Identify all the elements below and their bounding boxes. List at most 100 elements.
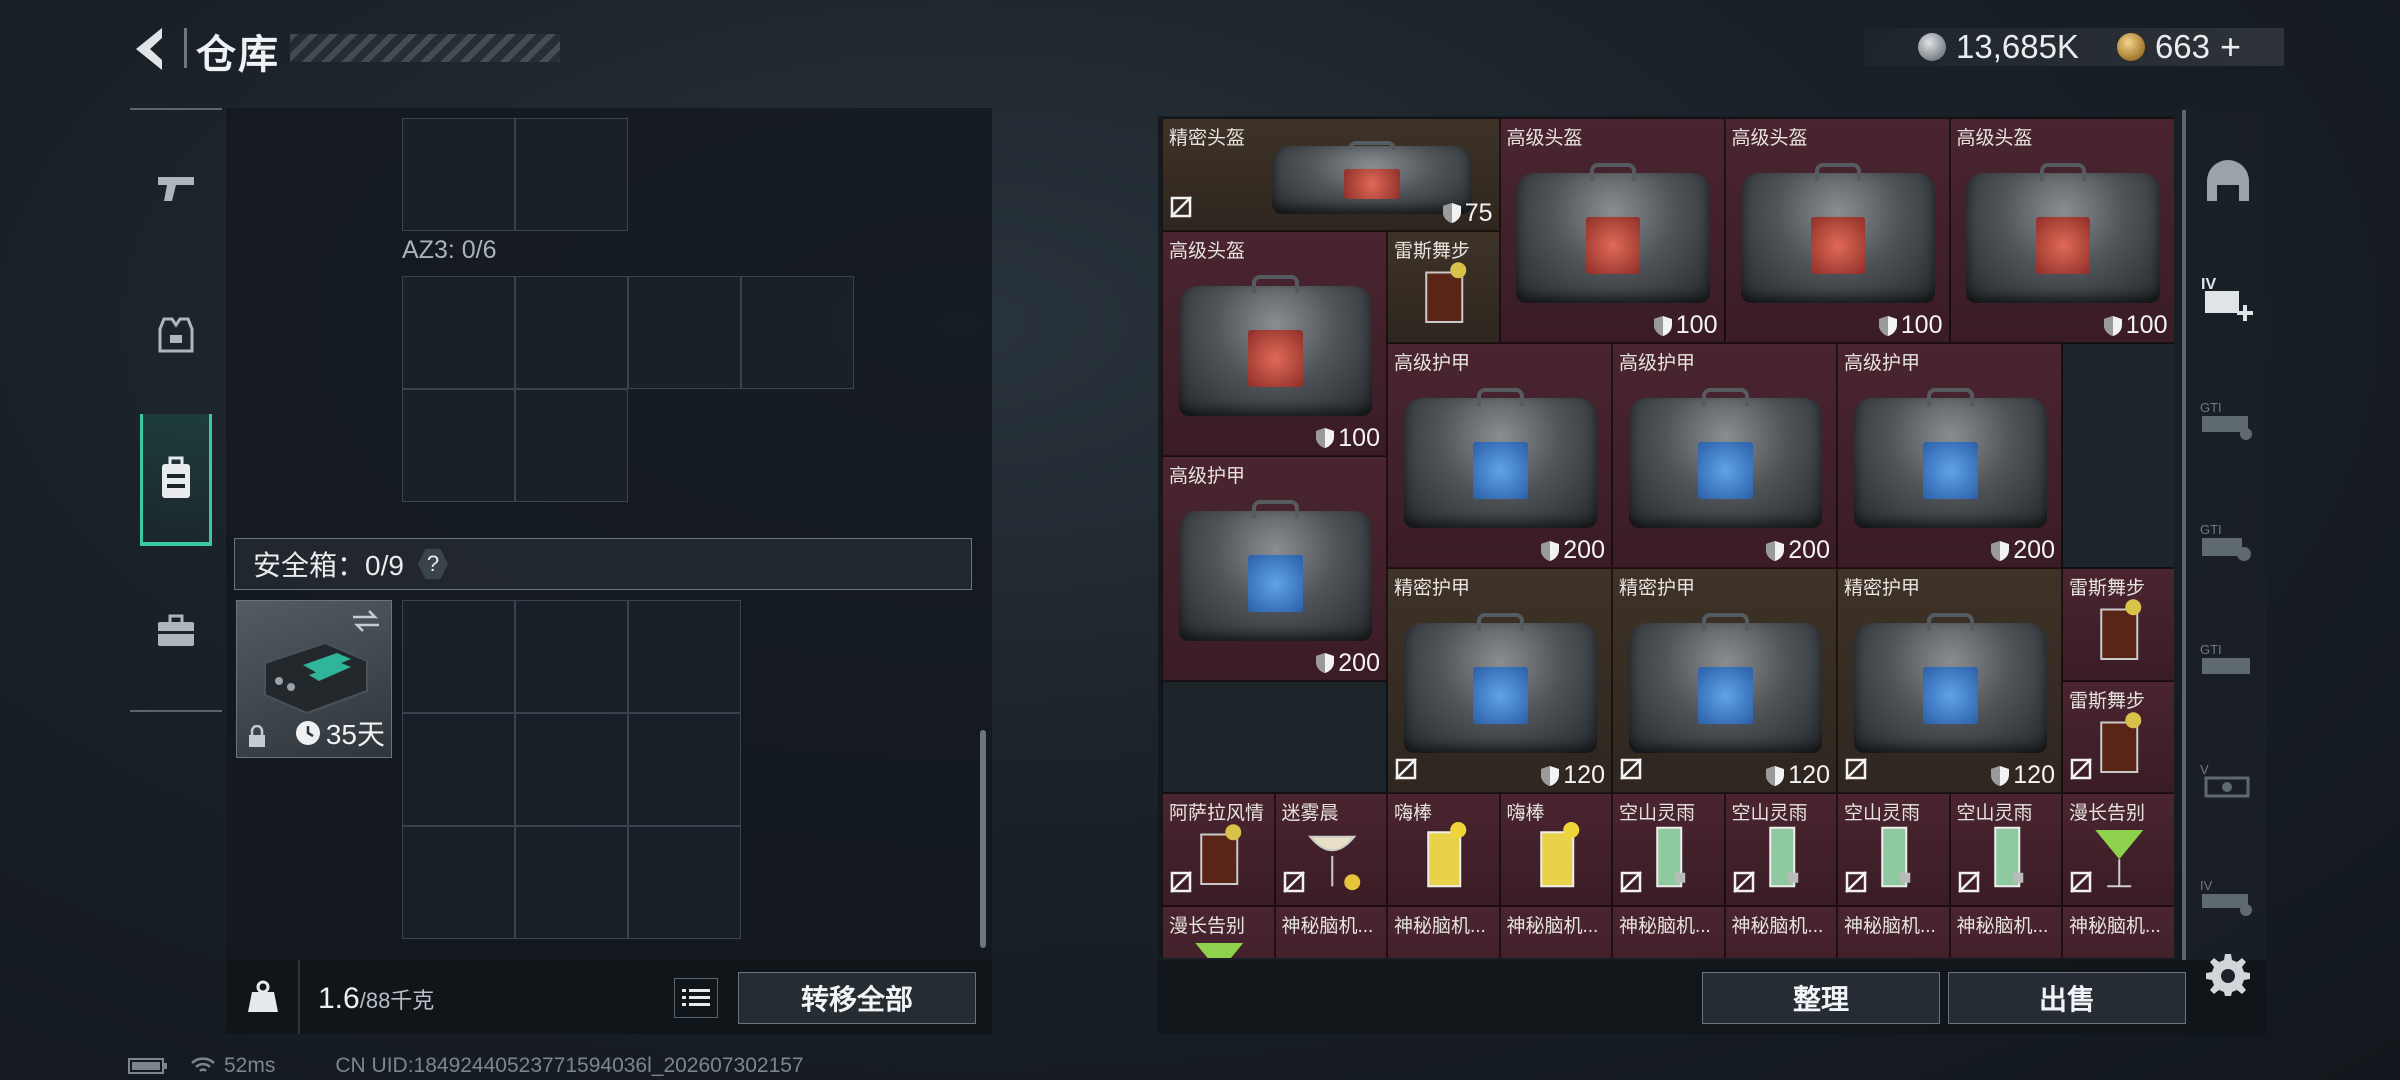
list-view-button[interactable]: [674, 978, 718, 1018]
sell-button[interactable]: 出售: [1948, 972, 2186, 1024]
grid-slot[interactable]: [402, 713, 515, 826]
inventory-item[interactable]: 神秘脑机...: [1724, 905, 1837, 958]
grid-slot[interactable]: [402, 600, 515, 713]
inventory-item[interactable]: 高级护甲 200: [1837, 343, 2062, 568]
helmet-icon: [2207, 160, 2249, 201]
unbound-marker: [1844, 757, 1868, 786]
tab-backpack[interactable]: [140, 414, 212, 546]
tab-helmet-filter[interactable]: [2200, 152, 2256, 208]
grid-slot[interactable]: [515, 276, 628, 389]
swap-icon[interactable]: [351, 609, 381, 633]
category-tabs: [130, 108, 222, 712]
inventory-item[interactable]: 嗨棒: [1499, 793, 1612, 906]
grid-slot[interactable]: [515, 713, 628, 826]
rental-timer: 35天: [294, 713, 385, 753]
gold-currency-value: 663: [2154, 28, 2211, 65]
tab-gti-filter-3[interactable]: GTI: [2200, 634, 2256, 690]
grid-slot[interactable]: [628, 600, 741, 713]
grid-slot[interactable]: [628, 276, 741, 389]
storage-scrollbar[interactable]: [980, 730, 986, 948]
inventory-item[interactable]: 高级头盔 100: [1949, 118, 2174, 343]
tab-medkit-filter[interactable]: IV: [2200, 270, 2256, 326]
grid-slot[interactable]: [515, 600, 628, 713]
armor-item-icon: [1853, 387, 2048, 528]
tab-gti-filter-1[interactable]: GTI: [2200, 392, 2256, 448]
inventory-item[interactable]: 高级头盔 100: [1499, 118, 1725, 343]
item-name: 高级护甲: [1394, 353, 1471, 374]
medkit-plus-icon: IV: [2201, 276, 2253, 321]
inventory-item[interactable]: 神秘脑机...: [1499, 905, 1612, 958]
inventory-item[interactable]: 神秘脑机...: [2062, 905, 2174, 958]
item-name: 高级头盔: [1506, 128, 1583, 149]
settings-button[interactable]: [2206, 952, 2250, 996]
tab-v-filter[interactable]: V: [2200, 754, 2256, 810]
item-durability: 100: [1653, 311, 1718, 340]
unbound-icon: [1845, 870, 1867, 893]
inventory-item[interactable]: 空山灵雨: [1837, 793, 1950, 906]
item-durability: 200: [1315, 649, 1380, 678]
inventory-item[interactable]: 迷雾晨: [1274, 793, 1387, 906]
inventory-item[interactable]: 雷斯舞步: [2062, 680, 2174, 793]
inventory-item[interactable]: 精密护甲 120: [1612, 568, 1837, 793]
battery-icon: [128, 1058, 167, 1074]
inventory-item[interactable]: 漫长告别: [1162, 905, 1275, 958]
help-icon[interactable]: ?: [417, 549, 448, 579]
inventory-item[interactable]: 雷斯舞步: [2062, 568, 2174, 681]
tab-supplies[interactable]: [140, 586, 212, 676]
inventory-item[interactable]: 神秘脑机...: [1274, 905, 1387, 958]
grid-slot[interactable]: [515, 826, 628, 939]
transfer-all-button[interactable]: 转移全部: [738, 972, 976, 1024]
inventory-item[interactable]: 高级头盔 100: [1162, 230, 1387, 456]
grid-slot[interactable]: [628, 826, 741, 939]
grid-slot[interactable]: [402, 276, 515, 389]
inventory-item[interactable]: 空山灵雨: [1612, 793, 1725, 906]
item-name: 空山灵雨: [1844, 803, 1921, 824]
tab-gti-filter-2[interactable]: GTI: [2200, 514, 2256, 570]
inventory-item[interactable]: 精密护甲 120: [1387, 568, 1612, 793]
helmet-item-icon: [1966, 162, 2160, 303]
pistol-icon: [158, 177, 194, 201]
grid-slot[interactable]: [402, 118, 515, 231]
unbound-marker: [1844, 870, 1868, 899]
inventory-item[interactable]: 高级护甲 200: [1387, 343, 1612, 568]
tab-equipment[interactable]: [140, 290, 212, 380]
inventory-item[interactable]: 高级头盔 100: [1724, 118, 1950, 343]
inventory-item[interactable]: 雷斯舞步: [1387, 230, 1500, 343]
inventory-item[interactable]: 阿萨拉风情: [1162, 793, 1275, 906]
safebox-item[interactable]: 35天: [236, 600, 392, 758]
inventory-item[interactable]: 空山灵雨: [1949, 793, 2062, 906]
container-grid-top: [402, 118, 628, 232]
item-name: 空山灵雨: [1619, 803, 1696, 824]
inventory-item[interactable]: 嗨棒: [1387, 793, 1500, 906]
armor-v-icon: V: [2200, 762, 2250, 798]
inventory-item[interactable]: 高级护甲 200: [1162, 455, 1387, 681]
empty-slot[interactable]: [1162, 680, 1387, 793]
add-currency-button[interactable]: +: [2220, 26, 2241, 68]
back-button[interactable]: [128, 24, 174, 74]
durability-shield-icon: [1766, 540, 1785, 561]
inventory-item[interactable]: 神秘脑机...: [1949, 905, 2062, 958]
inventory-item[interactable]: 空山灵雨: [1724, 793, 1837, 906]
inventory-item[interactable]: 神秘脑机...: [1387, 905, 1500, 958]
durability-value: 200: [2013, 536, 2055, 564]
durability-shield-icon: [1316, 653, 1335, 673]
armor-gti-icon: GTI: [2200, 400, 2252, 440]
inventory-item[interactable]: 高级护甲 200: [1612, 343, 1837, 568]
inventory-item[interactable]: 精密护甲 120: [1837, 568, 2062, 793]
item-durability: 120: [1540, 761, 1605, 790]
grid-slot[interactable]: [402, 826, 515, 939]
grid-slot[interactable]: [628, 713, 741, 826]
inventory-item[interactable]: 精密头盔 75: [1162, 118, 1500, 231]
tab-weapons[interactable]: [140, 144, 212, 234]
tab-iv-filter[interactable]: IV: [2200, 870, 2256, 926]
sort-button[interactable]: 整理: [1702, 972, 1940, 1024]
inventory-item[interactable]: 神秘脑机...: [1612, 905, 1725, 958]
inventory-item[interactable]: 神秘脑机...: [1837, 905, 1950, 958]
durability-value: 200: [1338, 648, 1380, 677]
inventory-item[interactable]: 漫长告别: [2062, 793, 2174, 906]
grid-slot[interactable]: [402, 389, 515, 502]
grid-slot[interactable]: [515, 389, 628, 502]
empty-slot[interactable]: [2062, 343, 2174, 568]
grid-slot[interactable]: [741, 276, 854, 389]
grid-slot[interactable]: [515, 118, 628, 231]
